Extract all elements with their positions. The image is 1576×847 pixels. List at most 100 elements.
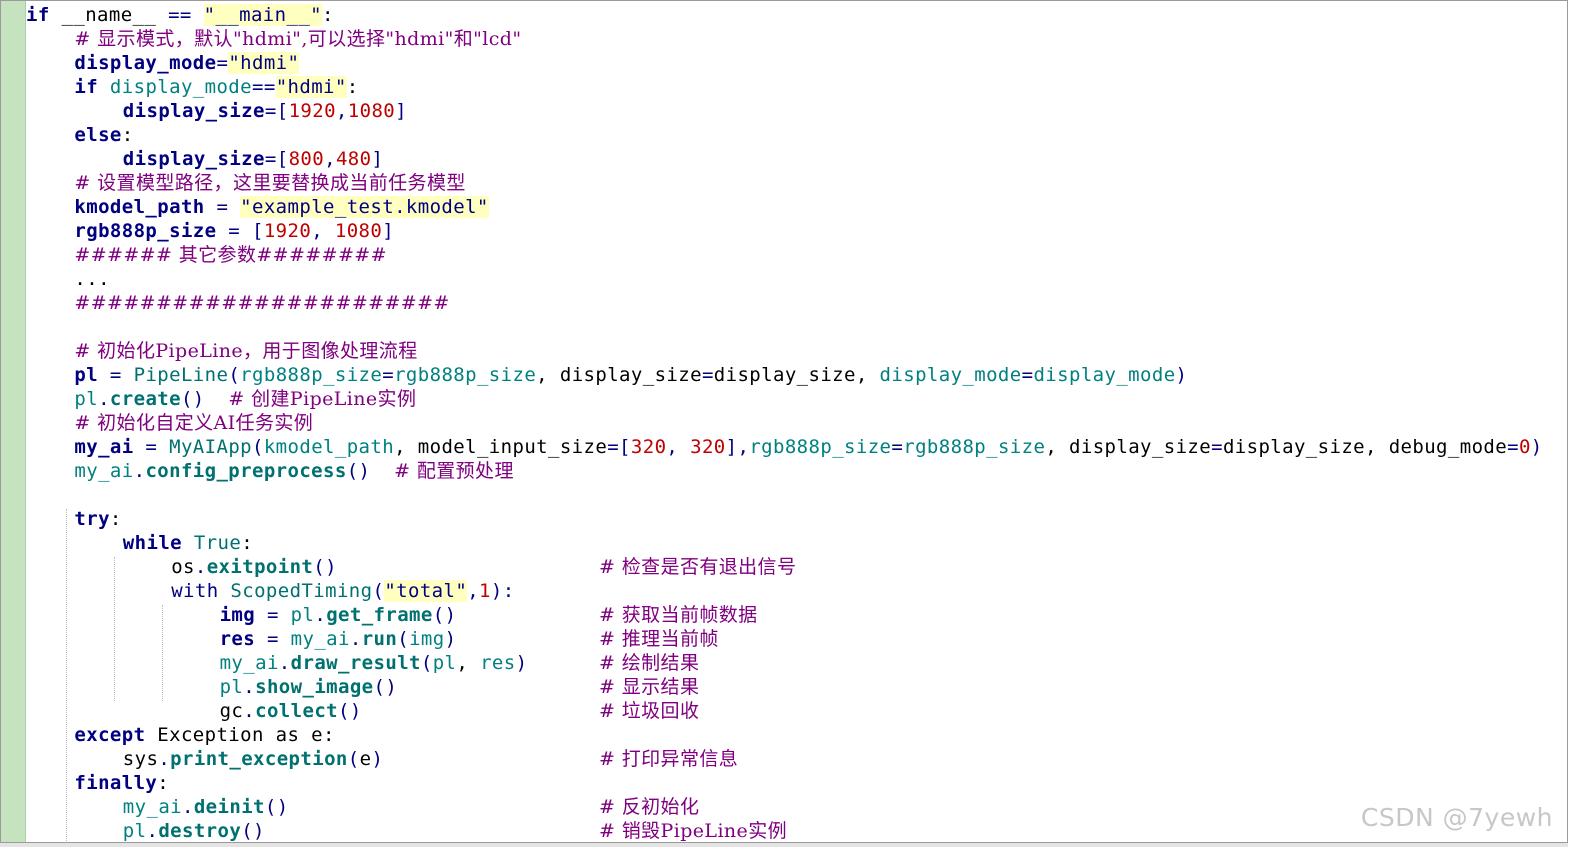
code-line: pl.show_image() [220, 675, 398, 699]
indent-guide [66, 509, 67, 842]
code-line: except Exception as e: [74, 723, 334, 747]
code-token: 0 [1518, 436, 1531, 458]
code-line: pl.create() # 创建PipeLine实例 [74, 387, 416, 411]
code-line: if __name__ == "__main__": [26, 3, 334, 27]
code-token: display_mode [879, 364, 1022, 386]
code-token: , [335, 100, 348, 122]
code-token: : [346, 76, 359, 98]
code-comment: # 绘制结果 [599, 652, 700, 674]
code-line: my_ai = MyAIApp(kmodel_path, model_input… [74, 435, 1542, 459]
code-token: True [193, 532, 242, 554]
code-token: . [243, 676, 256, 698]
code-line: pl = PipeLine(rgb888p_size=rgb888p_size,… [74, 363, 1187, 387]
code-token: = [133, 436, 170, 458]
code-token: 1920 [263, 220, 312, 242]
code-token: ) [371, 748, 384, 770]
code-token: rgb888p_size [903, 436, 1046, 458]
code-token: display_size [1222, 436, 1366, 458]
code-token: get_frame [326, 604, 433, 626]
code-token: ) [444, 628, 457, 650]
code-token: display_mode [1033, 364, 1176, 386]
code-token: # 配置预处理 [394, 460, 514, 482]
code-token: kmodel_path [263, 436, 395, 458]
code-line: # 初始化PipeLine，用于图像处理流程 [74, 339, 417, 363]
code-token: = [216, 52, 229, 74]
code-token: img [409, 628, 445, 650]
code-token: . [243, 700, 256, 722]
code-token: debug_mode [1388, 436, 1508, 458]
code-token: "total" [384, 580, 468, 602]
code-token: rgb888p_size [749, 436, 892, 458]
code-token: if [26, 4, 50, 26]
code-token: my_ai [122, 796, 182, 818]
code-token: __name__ [49, 4, 169, 26]
code-token: () [313, 556, 337, 578]
code-token: deinit [193, 796, 265, 818]
code-line: finally: [74, 771, 169, 795]
code-token: = [382, 364, 395, 386]
code-token: res [480, 652, 516, 674]
code-token: pl [290, 604, 315, 626]
code-line: else: [74, 123, 133, 147]
code-token: : [322, 4, 334, 26]
code-token: =[ [264, 100, 289, 122]
code-token: rgb888p_size [240, 364, 383, 386]
code-token: run [361, 628, 398, 650]
code-area[interactable]: if __name__ == "__main__": # 显示模式，默认"hdmi… [26, 3, 1567, 842]
code-token: exitpoint [206, 556, 314, 578]
code-token: ( [372, 580, 385, 602]
code-line: rgb888p_size = [1920, 1080] [74, 219, 394, 243]
code-line: ... [74, 267, 110, 291]
code-line: display_size=[1920,1080] [123, 99, 407, 123]
code-token: ) [515, 652, 528, 674]
code-token: MyAIApp [169, 436, 252, 458]
code-editor[interactable]: if __name__ == "__main__": # 显示模式，默认"hdmi… [0, 0, 1568, 843]
code-token: # 创建PipeLine实例 [228, 388, 417, 410]
code-token: show_image [255, 676, 374, 698]
code-token: pl [122, 820, 147, 842]
code-token: = [891, 436, 904, 458]
code-token: ###### 其它参数######## [74, 244, 387, 266]
code-line: with ScopedTiming("total",1): [171, 579, 514, 603]
code-token: , [1365, 436, 1389, 458]
code-line: # 初始化自定义AI任务实例 [74, 411, 313, 435]
code-token: display_size [122, 100, 265, 122]
watermark: CSDN @7yewh [1360, 803, 1553, 832]
code-line: os.exitpoint() [171, 555, 337, 579]
code-line: kmodel_path = "example_test.kmodel" [74, 195, 489, 219]
code-token: os [171, 556, 195, 578]
code-token: , [311, 220, 335, 242]
code-token: collect [255, 700, 338, 722]
code-token: ... [74, 268, 110, 290]
code-token: = [ [216, 220, 264, 242]
code-token: =[ [264, 148, 289, 170]
code-token: config_preprocess [145, 460, 347, 482]
code-token: gc [219, 700, 244, 722]
code-line: # 设置模型路径，这里要替换成当前任务模型 [74, 171, 465, 195]
code-token: display_size [559, 364, 702, 386]
code-token: pl [432, 652, 457, 674]
code-token: = [701, 364, 714, 386]
code-token: . [194, 556, 207, 578]
code-token: if [74, 76, 99, 98]
code-line: my_ai.draw_result(pl, res) [220, 651, 528, 675]
code-token: ) [1175, 364, 1188, 386]
code-token: , [456, 652, 481, 674]
indent-guide [162, 605, 163, 701]
code-token: display_mode [74, 52, 217, 74]
code-token: () [241, 820, 265, 842]
horizontal-scrollbar[interactable] [0, 843, 1568, 847]
code-comment: # 显示结果 [599, 676, 700, 698]
code-token: () [264, 796, 289, 818]
code-token: ] [395, 100, 407, 122]
code-token: , [467, 580, 480, 602]
code-token: () [432, 604, 457, 626]
code-token: ####################### [74, 292, 450, 314]
code-token: , [666, 436, 691, 458]
code-comment: # 垃圾回收 [599, 700, 700, 722]
code-token: pl [74, 388, 99, 410]
code-token: except [74, 724, 146, 746]
